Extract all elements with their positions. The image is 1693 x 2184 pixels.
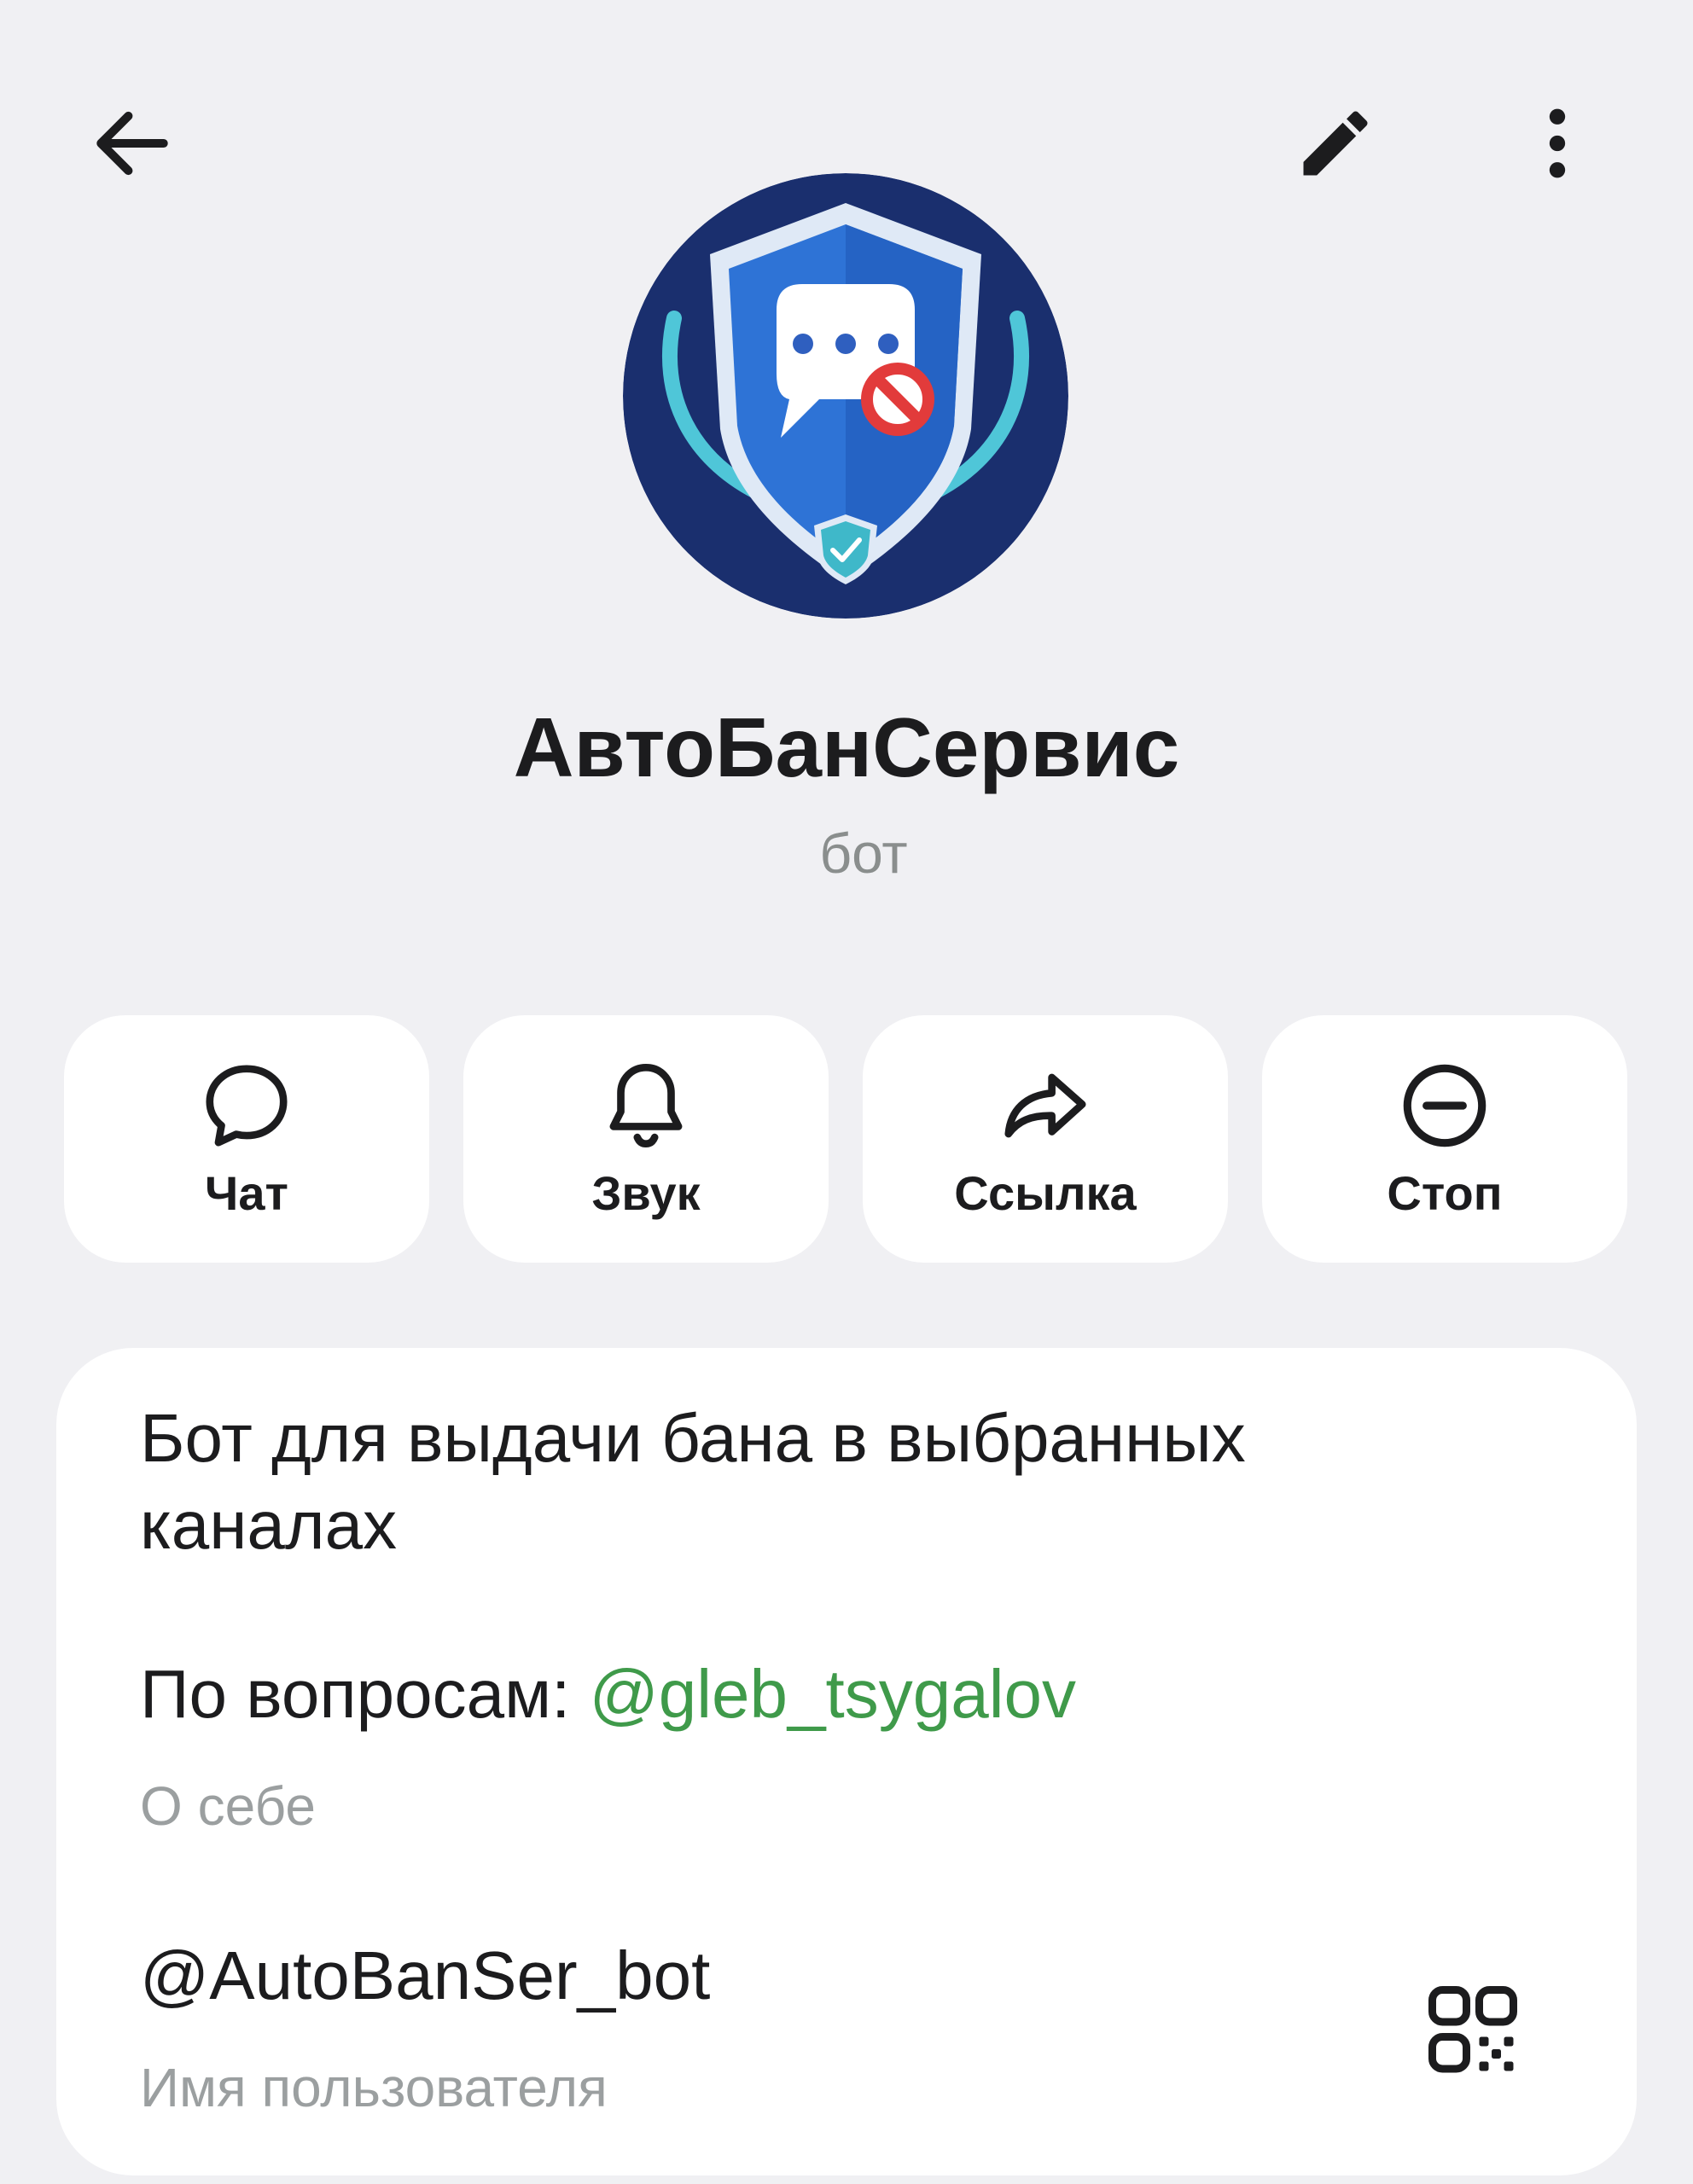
info-card: Бот для выдачи бана в выбранных каналах …	[56, 1348, 1637, 2175]
stop-button-label: Стоп	[1387, 1166, 1503, 1220]
shield-chat-ban-icon	[623, 173, 1068, 619]
arrow-left-icon	[96, 111, 168, 176]
link-button-label: Ссылка	[954, 1166, 1137, 1220]
contact-line: По вопросам: @gleb_tsygalov	[140, 1655, 1076, 1734]
contact-prefix: По вопросам:	[140, 1656, 590, 1732]
share-icon	[1004, 1073, 1086, 1138]
link-button[interactable]: Ссылка	[863, 1015, 1228, 1263]
bell-icon	[609, 1063, 683, 1148]
avatar[interactable]	[623, 173, 1068, 619]
username-value[interactable]: @AutoBanSer_bot	[140, 1937, 710, 2015]
contact-link[interactable]: @gleb_tsygalov	[590, 1656, 1076, 1732]
pencil-icon	[1303, 111, 1368, 176]
username-caption: Имя пользователя	[140, 2057, 608, 2118]
chat-bubble-icon	[206, 1065, 288, 1147]
qr-code-icon	[1428, 1986, 1517, 2073]
action-bar: Чат Звук Ссылка Стоп	[64, 1015, 1628, 1263]
qr-code-button[interactable]	[1422, 1979, 1524, 2082]
more-vertical-icon	[1549, 108, 1566, 178]
more-button[interactable]	[1506, 92, 1609, 195]
profile-type: бот	[819, 822, 908, 885]
stop-button[interactable]: Стоп	[1262, 1015, 1627, 1263]
sound-button-label: Звук	[591, 1166, 701, 1220]
edit-button[interactable]	[1284, 92, 1387, 195]
stop-icon	[1403, 1064, 1486, 1147]
back-button[interactable]	[81, 92, 183, 195]
description-caption: О себе	[140, 1775, 316, 1837]
chat-button-label: Чат	[205, 1166, 288, 1220]
profile-name: АвтоБанСервис	[513, 700, 1180, 794]
sound-button[interactable]: Звук	[463, 1015, 829, 1263]
chat-button[interactable]: Чат	[64, 1015, 429, 1263]
bot-description: Бот для выдачи бана в выбранных каналах	[140, 1400, 1246, 1563]
